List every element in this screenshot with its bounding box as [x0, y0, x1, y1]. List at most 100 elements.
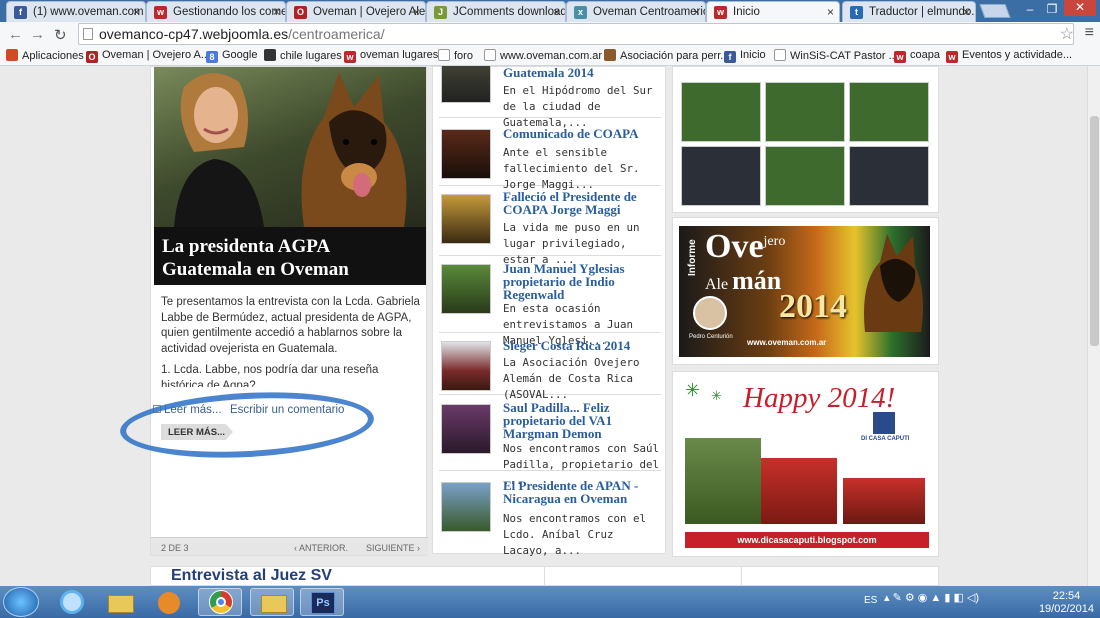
tab-jcomments[interactable]: J JComments download ×: [426, 1, 566, 22]
browser-toolbar: ← → ↻ ovemanco-cp47.webjoomla.es/centroa…: [0, 22, 1100, 46]
bookmark-foro[interactable]: foro: [438, 49, 473, 62]
language-indicator[interactable]: ES: [864, 595, 877, 606]
tab-facebook[interactable]: f (1) www.oveman.com ×: [6, 1, 146, 22]
bookmark-asociacion[interactable]: Asociación para perr...: [604, 49, 729, 62]
ie-icon[interactable]: [50, 588, 94, 616]
bookmark-oveman[interactable]: O Oveman | Ovejero A...: [86, 49, 210, 63]
article-title[interactable]: Al frente la actividad en Guatemala 2014: [503, 66, 661, 79]
gallery-photo[interactable]: [765, 82, 845, 142]
article-thumbnail[interactable]: [441, 194, 491, 244]
banner-image[interactable]: Informe Ovejero Ale mán 2014 Pedro Centu…: [679, 226, 930, 357]
section-title[interactable]: Entrevista al Juez SV: [171, 567, 332, 585]
scrollbar-thumb[interactable]: [1090, 116, 1099, 346]
page-scrollbar[interactable]: [1087, 66, 1100, 586]
article-title[interactable]: Juan Manuel Yglesias propietario de Indi…: [503, 262, 661, 301]
explorer-icon[interactable]: [98, 588, 142, 616]
facebook-icon: f: [724, 51, 736, 63]
forward-icon[interactable]: →: [30, 26, 45, 43]
tab-traductor[interactable]: t Traductor | elmundo.e ×: [842, 1, 976, 22]
gallery-photo[interactable]: [849, 146, 929, 206]
media-player-icon[interactable]: [146, 588, 190, 616]
chrome-icon[interactable]: [198, 588, 242, 616]
snowflake-icon: ✳: [685, 380, 701, 400]
w-icon: w: [154, 6, 167, 19]
article-thumbnail[interactable]: [441, 66, 491, 103]
tab-label: (1) www.oveman.com: [33, 6, 144, 18]
reload-icon[interactable]: ↻: [54, 26, 67, 44]
tab-gestionando[interactable]: w Gestionando los come ×: [146, 1, 286, 22]
clock[interactable]: 22:54 19/02/2014: [1039, 590, 1094, 616]
bookmark-eventos[interactable]: w Eventos y actividade...: [946, 49, 1072, 63]
tab-inicio-active[interactable]: w Inicio ×: [706, 1, 840, 23]
featured-intro: Te presentamos la entrevista con la Lcda…: [161, 296, 420, 355]
close-icon[interactable]: ×: [963, 5, 970, 19]
featured-title[interactable]: La presidenta AGPA Guatemala en Oveman: [154, 227, 426, 285]
article-thumbnail[interactable]: [441, 264, 491, 314]
article-thumbnail[interactable]: [441, 341, 491, 391]
bookmark-chile[interactable]: chile lugares: [264, 49, 342, 62]
new-tab-button[interactable]: [979, 4, 1011, 18]
banner-image[interactable]: ✳ ✳ Happy 2014! DI CASA CAPUTI www.dicas…: [685, 378, 929, 550]
photoshop-icon[interactable]: Ps: [300, 588, 344, 616]
close-icon[interactable]: ×: [413, 5, 420, 19]
ad-informe-banner[interactable]: Informe Ovejero Ale mán 2014 Pedro Centu…: [672, 217, 939, 365]
article-thumbnail[interactable]: [441, 129, 491, 179]
maximize-icon[interactable]: ❐: [1040, 2, 1064, 16]
article-thumbnail[interactable]: [441, 482, 491, 532]
banner-brand-2: Ale mán: [705, 266, 782, 295]
pagination: 2 DE 3 ‹ ANTERIOR. SIGUIENTE ›: [151, 537, 428, 555]
gallery-photo[interactable]: [681, 82, 761, 142]
bookmark-star-icon[interactable]: ☆: [1060, 24, 1074, 44]
bookmark-winsis[interactable]: WinSiS-CAT Pastor ...: [774, 49, 898, 62]
bookmark-oveman-com[interactable]: www.oveman.com.ar: [484, 49, 602, 62]
list-item[interactable]: Sieger Costa Rica 2014 La Asociación Ove…: [439, 334, 661, 401]
folder-icon[interactable]: [250, 588, 294, 616]
close-icon[interactable]: ×: [827, 5, 834, 19]
article-title[interactable]: El Presidente de APAN - Nicaragua en Ove…: [503, 479, 661, 505]
bookmark-apps[interactable]: Aplicaciones: [6, 49, 84, 62]
back-icon[interactable]: ←: [8, 26, 23, 43]
bookmarks-bar: Aplicaciones O Oveman | Ovejero A... 8 Goo…: [0, 46, 1100, 66]
article-thumbnail[interactable]: [441, 404, 491, 454]
gallery-photo[interactable]: [849, 82, 929, 142]
featured-article: La presidenta AGPA Guatemala en Oveman T…: [150, 66, 428, 556]
bookmark-google[interactable]: 8 Google: [206, 49, 257, 63]
tab-label: Gestionando los come: [173, 6, 286, 18]
list-item[interactable]: El Presidente de APAN - Nicaragua en Ove…: [439, 473, 661, 557]
tray-icons[interactable]: ▴ ✎ ⚙ ◉ ▲ ▮ ◧ ◁): [884, 591, 979, 604]
next-link[interactable]: SIGUIENTE ›: [366, 543, 420, 553]
gallery-photo[interactable]: [681, 146, 761, 206]
tab-label: Oveman Centroameric: [593, 6, 706, 18]
bookmark-oveman-lugares[interactable]: w oveman lugares: [344, 49, 438, 63]
article-list: Al frente la actividad en Guatemala 2014…: [432, 66, 666, 557]
ad-happy-2014[interactable]: ✳ ✳ Happy 2014! DI CASA CAPUTI www.dicas…: [672, 371, 939, 557]
minimize-icon[interactable]: –: [1018, 2, 1042, 16]
address-bar[interactable]: ovemanco-cp47.webjoomla.es/centroamerica…: [78, 23, 1074, 45]
bookmark-inicio[interactable]: f Inicio: [724, 49, 766, 63]
article-title[interactable]: Comunicado de COAPA: [503, 127, 661, 140]
tab-oveman[interactable]: O Oveman | Ovejero Ale ×: [286, 1, 426, 22]
close-window-icon[interactable]: ✕: [1064, 0, 1096, 16]
list-item[interactable]: Juan Manuel Yglesias propietario de Indi…: [439, 257, 661, 347]
close-icon[interactable]: ×: [273, 5, 280, 19]
menu-icon[interactable]: ≡: [1085, 24, 1094, 42]
gallery-photo[interactable]: [765, 146, 845, 206]
article-title[interactable]: Falleció el Presidente de COAPA Jorge Ma…: [503, 190, 661, 216]
list-item[interactable]: Saul Padilla... Feliz propietario del VA…: [439, 397, 661, 487]
close-icon[interactable]: ×: [693, 5, 700, 19]
featured-image[interactable]: La presidenta AGPA Guatemala en Oveman: [154, 67, 426, 285]
start-button[interactable]: [3, 587, 39, 617]
list-item[interactable]: Falleció el Presidente de COAPA Jorge Ma…: [439, 187, 661, 266]
bookmark-coapa[interactable]: w coapa: [894, 49, 940, 63]
close-icon[interactable]: ×: [553, 5, 560, 19]
list-item[interactable]: Al frente la actividad en Guatemala 2014…: [439, 66, 661, 129]
page-icon: [438, 49, 450, 61]
snowflake-icon: ✳: [711, 388, 722, 403]
prev-link[interactable]: ‹ ANTERIOR.: [294, 543, 348, 553]
list-item[interactable]: Comunicado de COAPA Ante el sensible fal…: [439, 125, 661, 191]
tab-centroamerica[interactable]: x Oveman Centroameric ×: [566, 1, 706, 22]
article-title[interactable]: Sieger Costa Rica 2014: [503, 339, 661, 352]
close-icon[interactable]: ×: [133, 5, 140, 19]
article-title[interactable]: Saul Padilla... Feliz propietario del VA…: [503, 401, 661, 440]
logo: [873, 412, 895, 434]
